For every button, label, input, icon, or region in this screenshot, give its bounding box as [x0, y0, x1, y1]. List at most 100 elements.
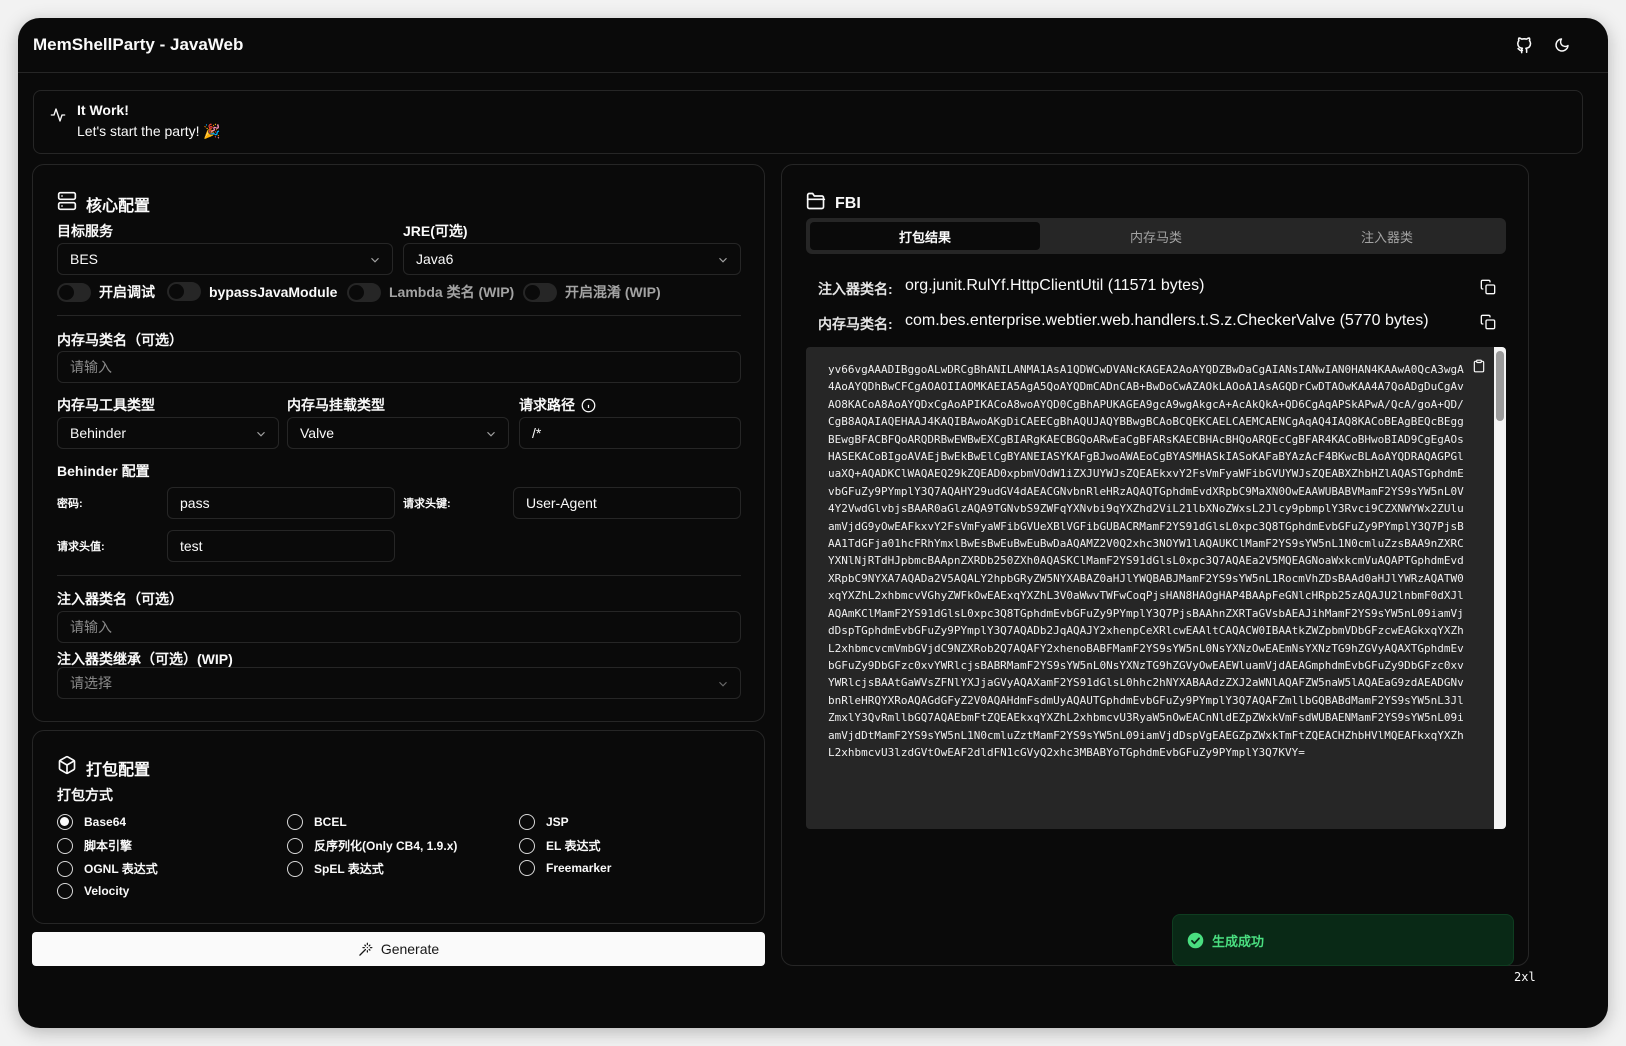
switch[interactable]: [57, 282, 91, 302]
divider: [57, 575, 741, 576]
radio-label: BCEL: [314, 815, 347, 829]
tab-injector-class[interactable]: 注入器类: [1272, 222, 1502, 250]
lambda-class-toggle[interactable]: Lambda 类名 (WIP): [347, 282, 514, 302]
info-icon[interactable]: [581, 398, 596, 413]
mount-type-value: Valve: [300, 425, 334, 441]
injector-super-label: 注入器类继承（可选）(WIP): [57, 651, 233, 667]
alert-description: Let's start the party! 🎉: [77, 123, 221, 139]
radio-control[interactable]: [57, 814, 73, 830]
shell-name-label: 内存马类名:: [818, 316, 893, 332]
server-icon: [57, 191, 77, 216]
radio-control[interactable]: [57, 837, 73, 854]
radio-deserialize[interactable]: 反序列化(Only CB4, 1.9.x): [287, 837, 457, 854]
radio-velocity[interactable]: Velocity: [57, 883, 129, 899]
scrollbar-thumb[interactable]: [1496, 351, 1504, 421]
injector-name-value: org.junit.RulYf.HttpClientUtil (11571 by…: [905, 277, 1205, 294]
switch[interactable]: [167, 282, 201, 301]
radio-label: OGNL 表达式: [84, 862, 158, 876]
mount-type-label: 内存马挂载类型: [287, 397, 385, 413]
tab-shell-class[interactable]: 内存马类: [1041, 222, 1271, 250]
wand-icon: [359, 942, 373, 956]
core-config-card: 核心配置 目标服务 BES JRE(可选) Java6 开启调试 bypassJ…: [32, 164, 765, 722]
base64-output-text: yv66vgAAADIBggoALwDRCgBhANILANMA1AsA1QDW…: [828, 363, 1464, 759]
folder-icon: [806, 191, 826, 216]
password-input[interactable]: pass: [167, 487, 395, 519]
injector-super-placeholder: 请选择: [70, 675, 112, 691]
result-card: FBI 打包结果 内存马类 注入器类 注入器类名: org.junit.RulY…: [781, 164, 1529, 966]
radio-control[interactable]: [57, 883, 73, 899]
radio-el[interactable]: EL 表达式: [519, 837, 600, 854]
github-icon[interactable]: [1514, 35, 1534, 55]
obfuscate-toggle[interactable]: 开启混淆 (WIP): [523, 282, 661, 302]
copy-icon[interactable]: [1480, 279, 1496, 295]
activity-icon: [50, 107, 66, 128]
injector-class-input[interactable]: 请输入: [57, 611, 741, 643]
shell-class-label: 内存马类名（可选）: [57, 332, 183, 348]
radio-control[interactable]: [287, 837, 303, 854]
radio-freemarker[interactable]: Freemarker: [519, 860, 611, 876]
radio-label: 反序列化(Only CB4, 1.9.x): [314, 839, 458, 853]
app-header: MemShellParty - JavaWeb: [18, 18, 1608, 73]
radio-control[interactable]: [519, 860, 535, 876]
tool-type-label: 内存马工具类型: [57, 397, 155, 413]
radio-script-engine[interactable]: 脚本引擎: [57, 837, 132, 854]
url-path-input[interactable]: /*: [519, 417, 741, 449]
tool-type-select[interactable]: Behinder: [57, 417, 279, 449]
radio-bcel[interactable]: BCEL: [287, 814, 347, 830]
code-output[interactable]: yv66vgAAADIBggoALwDRCgBhANILANMA1AsA1QDW…: [806, 347, 1506, 829]
clipboard-icon[interactable]: [1472, 359, 1486, 373]
switch[interactable]: [523, 282, 557, 302]
breakpoint-badge: 2xl: [1514, 970, 1536, 984]
radio-jsp[interactable]: JSP: [519, 814, 569, 830]
injector-super-select[interactable]: 请选择: [57, 667, 741, 699]
radio-label: Base64: [84, 815, 127, 829]
moon-icon[interactable]: [1552, 35, 1572, 55]
jre-value: Java6: [416, 251, 454, 267]
target-server-select[interactable]: BES: [57, 243, 393, 275]
chevron-down-icon: [719, 681, 727, 687]
radio-ognl[interactable]: OGNL 表达式: [57, 860, 158, 877]
toast-message: 生成成功: [1212, 933, 1265, 949]
app-window: MemShellParty - JavaWeb It Work! Let's s…: [18, 18, 1608, 1028]
injector-name-label: 注入器类名:: [818, 281, 893, 297]
pack-config-title: 打包配置: [86, 761, 151, 779]
toggle-label: 开启混淆 (WIP): [565, 284, 661, 300]
bypass-java-module-toggle[interactable]: bypassJavaModule: [167, 282, 337, 301]
copy-icon[interactable]: [1480, 314, 1496, 330]
tool-type-value: Behinder: [70, 425, 127, 441]
radio-control[interactable]: [57, 860, 73, 877]
radio-base64[interactable]: Base64: [57, 814, 126, 830]
radio-control[interactable]: [519, 814, 535, 830]
shell-class-input[interactable]: 请输入: [57, 351, 741, 383]
toggle-label: 开启调试: [99, 284, 155, 300]
header-value-label: 请求头值:: [57, 541, 105, 553]
status-alert: It Work! Let's start the party! 🎉: [33, 90, 1583, 154]
radio-control[interactable]: [519, 837, 535, 854]
tab-pack-result[interactable]: 打包结果: [810, 222, 1040, 250]
success-toast: 生成成功: [1172, 914, 1514, 966]
pack-method-label: 打包方式: [57, 787, 113, 803]
password-label: 密码:: [57, 498, 83, 510]
radio-control[interactable]: [287, 814, 303, 830]
scrollbar[interactable]: [1494, 347, 1506, 829]
header-key-input[interactable]: User-Agent: [513, 487, 741, 519]
behinder-config-label: Behinder 配置: [57, 463, 150, 479]
radio-spel[interactable]: SpEL 表达式: [287, 860, 384, 877]
radio-label: 脚本引擎: [84, 839, 133, 853]
chevron-down-icon: [371, 257, 379, 263]
generate-button[interactable]: Generate: [32, 932, 765, 966]
generate-label: Generate: [380, 941, 440, 957]
radio-label: Velocity: [84, 884, 130, 898]
mount-type-select[interactable]: Valve: [287, 417, 509, 449]
debug-toggle[interactable]: 开启调试: [57, 282, 155, 302]
switch[interactable]: [347, 282, 381, 302]
jre-select[interactable]: Java6: [403, 243, 741, 275]
jre-label: JRE(可选): [403, 223, 468, 239]
target-server-value: BES: [70, 251, 99, 267]
package-icon: [57, 755, 77, 780]
header-value-input[interactable]: test: [167, 530, 395, 562]
radio-label: JSP: [546, 815, 569, 829]
target-server-label: 目标服务: [57, 223, 113, 239]
radio-label: SpEL 表达式: [314, 862, 384, 876]
radio-control[interactable]: [287, 860, 303, 877]
